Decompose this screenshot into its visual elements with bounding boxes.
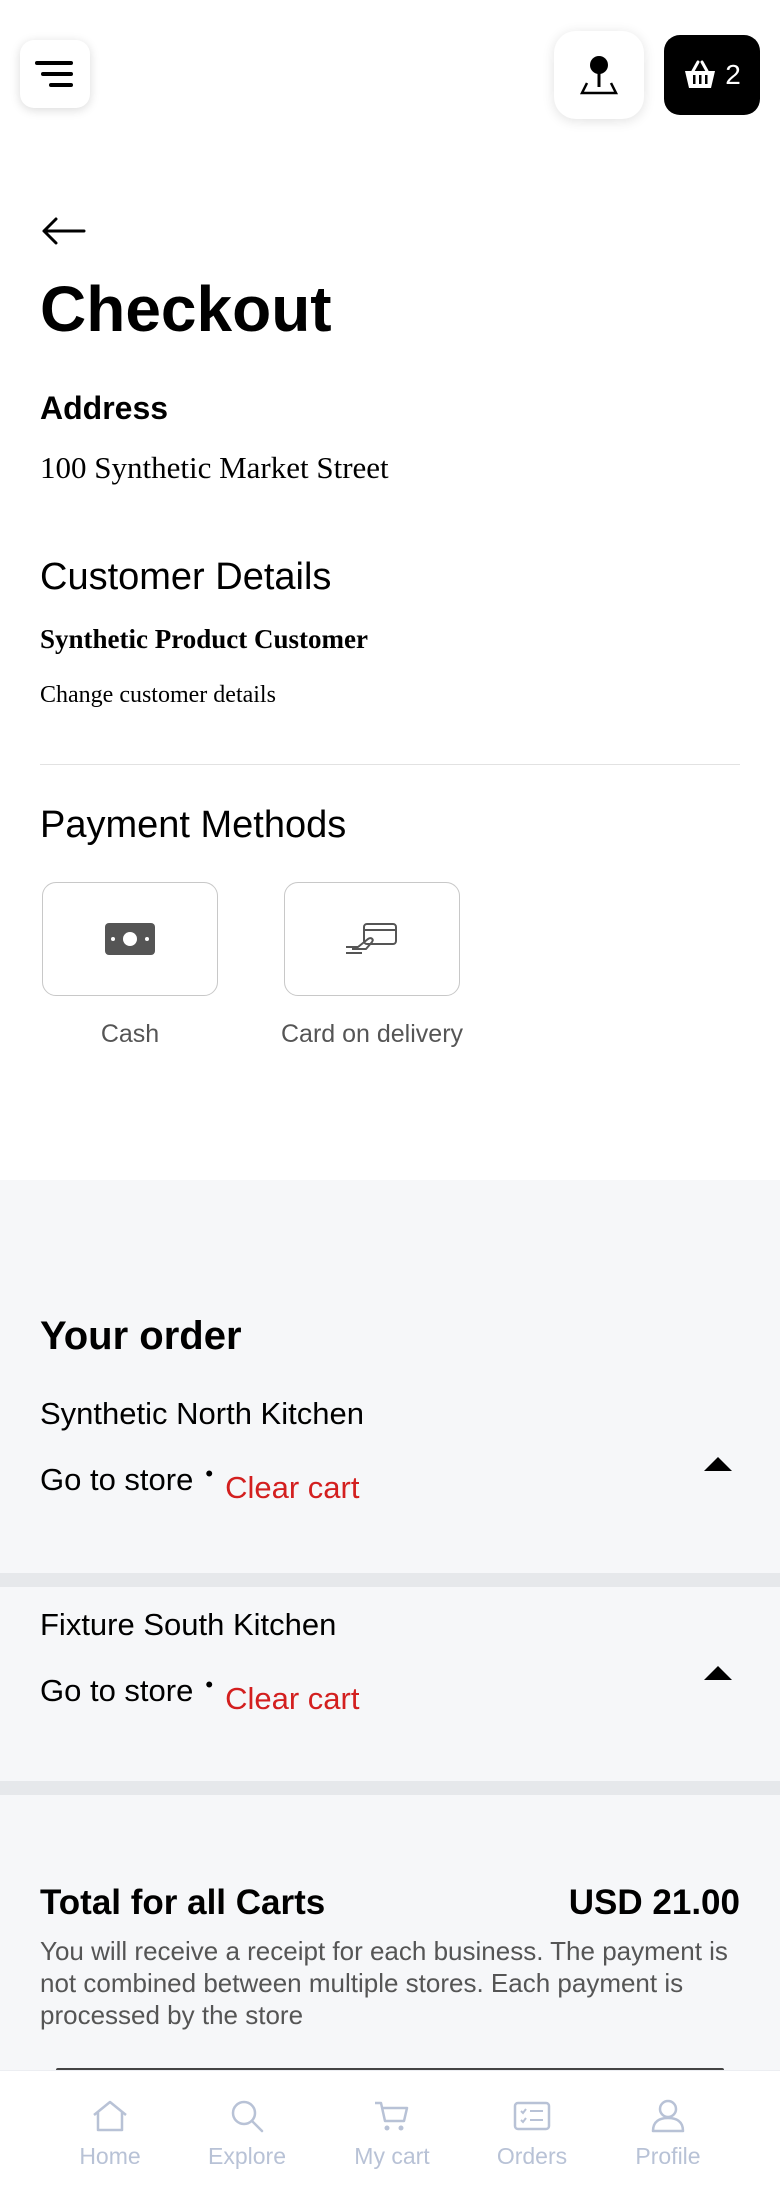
address-heading: Address	[40, 390, 169, 426]
nav-item-orders[interactable]: Orders	[472, 2099, 592, 2170]
menu-icon	[35, 61, 73, 87]
change-customer-details-link[interactable]: Change customer details	[40, 682, 276, 709]
cart-icon	[375, 2101, 409, 2131]
address-value: 100 Synthetic Market Street	[40, 450, 389, 485]
total-label: Total for all Carts	[40, 1883, 326, 1922]
order-section: Your order Synthetic North Kitchen Go to…	[0, 1180, 780, 1573]
nav-label: Profile	[635, 2143, 701, 2169]
customer-details-heading: Customer Details	[40, 556, 332, 598]
your-order-heading: Your order	[40, 1314, 242, 1358]
orders-icon	[513, 2101, 551, 2131]
nav-item-explore[interactable]: Explore	[187, 2099, 307, 2170]
cart-button[interactable]: 2	[664, 35, 760, 115]
section-separator	[0, 1573, 780, 1587]
collapse-caret-icon[interactable]	[704, 1456, 732, 1472]
search-icon	[231, 2100, 264, 2133]
nav-label: My cart	[354, 2143, 430, 2169]
basket-icon	[685, 60, 716, 88]
store-name: Synthetic North Kitchen	[40, 1396, 364, 1431]
cash-icon	[105, 923, 155, 955]
store-actions: Go to store • Clear cart	[40, 1672, 359, 1716]
menu-button[interactable]	[20, 40, 90, 108]
store-actions: Go to store • Clear cart	[40, 1461, 359, 1505]
collapse-caret-icon[interactable]	[704, 1665, 732, 1681]
clear-cart-button[interactable]: Clear cart	[225, 1470, 359, 1506]
top-bar: 2	[0, 0, 780, 150]
payment-methods-heading: Payment Methods	[40, 804, 347, 846]
home-icon	[93, 2100, 127, 2132]
payment-option-cash[interactable]: Cash	[42, 882, 218, 1049]
profile-icon	[651, 2099, 685, 2133]
customer-name: Synthetic Product Customer	[40, 624, 368, 654]
separator-dot: •	[205, 1461, 214, 1486]
nav-item-my-cart[interactable]: My cart	[332, 2099, 452, 2170]
card-hand-icon	[346, 923, 397, 954]
payment-option-card-box[interactable]	[284, 882, 460, 996]
bottom-nav: Home Explore My cart Orders Profile	[0, 2070, 780, 2201]
nav-label: Explore	[208, 2143, 286, 2169]
nav-label: Home	[79, 2143, 141, 2169]
go-to-store-link[interactable]: Go to store	[40, 1673, 193, 1709]
total-value: USD 21.00	[568, 1883, 740, 1922]
clear-cart-button[interactable]: Clear cart	[225, 1681, 359, 1717]
back-arrow-icon[interactable]	[40, 215, 88, 247]
section-separator	[0, 1781, 780, 1795]
nav-item-profile[interactable]: Profile	[608, 2099, 728, 2170]
location-pin-icon	[579, 56, 619, 95]
go-to-store-link[interactable]: Go to store	[40, 1462, 193, 1498]
payment-option-card-on-delivery[interactable]: Card on delivery	[280, 882, 464, 1049]
total-section: Total for all Carts USD 21.00 You will r…	[0, 1795, 780, 2070]
payment-option-label: Card on delivery	[280, 1020, 464, 1048]
store-group: Fixture South Kitchen Go to store • Clea…	[0, 1587, 780, 1781]
receipt-note: You will receive a receipt for each busi…	[40, 1936, 728, 2030]
separator-dot: •	[205, 1672, 214, 1697]
payment-option-label: Cash	[100, 1020, 160, 1048]
location-button[interactable]	[554, 31, 644, 119]
store-name: Fixture South Kitchen	[40, 1607, 337, 1642]
nav-item-home[interactable]: Home	[50, 2099, 170, 2170]
divider	[40, 764, 740, 765]
cart-count-badge: 2	[725, 59, 741, 90]
payment-option-cash-box[interactable]	[42, 882, 218, 996]
page-title: Checkout	[40, 273, 332, 345]
nav-label: Orders	[496, 2143, 568, 2169]
